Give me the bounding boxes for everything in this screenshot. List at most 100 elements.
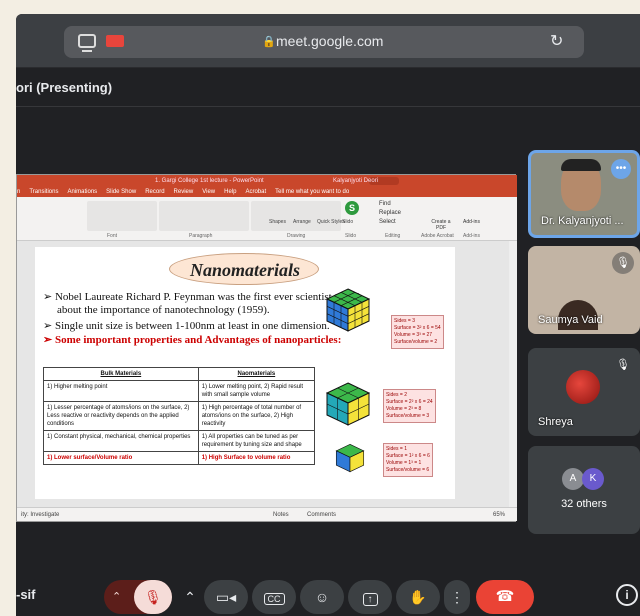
- phone-hangup-icon: ☎: [495, 588, 515, 605]
- ppt-title-bar: 1. Gargi College 1st lecture - PowerPoin…: [17, 175, 517, 187]
- participant-tile[interactable]: 🎙 Shreya: [528, 348, 640, 436]
- ribbon-group-label: Drawing: [287, 233, 306, 239]
- present-icon: ↑: [362, 593, 378, 606]
- select-button[interactable]: Select: [379, 219, 396, 225]
- avatar: A: [562, 468, 584, 490]
- ppt-tab[interactable]: Tell me what you want to do: [275, 189, 349, 195]
- slide-scrollbar[interactable]: [509, 241, 517, 507]
- camera-icon: ▭◂: [215, 589, 237, 605]
- participant-name: Shreya: [538, 416, 573, 428]
- url-text[interactable]: meet.google.com: [276, 33, 383, 49]
- table-header-row: Bulk Materials Naomaterials: [43, 367, 316, 381]
- arrange-button[interactable]: Arrange: [293, 219, 311, 225]
- table-cell: 1) Higher melting point: [43, 380, 199, 402]
- accessibility-status[interactable]: ity: Investigate: [21, 508, 59, 522]
- more-options-button[interactable]: ⋮: [444, 580, 470, 614]
- meeting-code: -sif: [16, 587, 36, 602]
- captions-icon: CC: [263, 593, 285, 605]
- drawing-group: [251, 201, 341, 231]
- hand-icon: ✋: [409, 589, 427, 605]
- ppt-tab[interactable]: Acrobat: [245, 189, 266, 195]
- captions-button[interactable]: CC: [252, 580, 296, 614]
- slide-editor: Nanomaterials ➢ Nobel Laureate Richard P…: [17, 241, 517, 507]
- chevron-up-icon: ⌃: [112, 591, 122, 603]
- slido-icon[interactable]: S: [345, 201, 359, 215]
- ribbon-group-label: Add-ins: [463, 233, 480, 239]
- presenter-label: ori (Presenting): [16, 80, 113, 95]
- address-bar[interactable]: 🔒 meet.google.com ↻: [64, 26, 584, 58]
- raise-hand-button[interactable]: ✋: [396, 580, 440, 614]
- comments-button[interactable]: Comments: [307, 508, 336, 522]
- more-vert-icon: ⋮: [450, 589, 464, 605]
- add-ins-button[interactable]: Add-ins: [463, 219, 480, 225]
- rubik-cube-3x3-image: [325, 288, 371, 332]
- mic-toggle-button[interactable]: 🎙: [134, 580, 172, 614]
- ppt-tab[interactable]: n: [17, 189, 20, 195]
- ppt-tab[interactable]: Help: [224, 189, 236, 195]
- notes-button[interactable]: Notes: [273, 508, 289, 522]
- slide-bullet-highlight: ➢ Some important properties and Advantag…: [43, 334, 342, 346]
- quick-styles-button[interactable]: Quick Styles: [317, 219, 345, 225]
- mic-off-icon: 🎙: [616, 359, 630, 371]
- calc-note-1: Sides = 1 Surface = 1² x 6 = 6 Volume = …: [383, 443, 433, 477]
- leave-call-button[interactable]: ☎: [476, 580, 534, 614]
- table-header: Bulk Materials: [43, 367, 199, 381]
- meet-window: 🔒 meet.google.com ↻ ori (Presenting) 1. …: [16, 14, 640, 616]
- table-cell: 1) Lower surface/Volume ratio: [43, 451, 199, 465]
- ribbon-group-label: Slido: [345, 233, 357, 239]
- ppt-tab[interactable]: Record: [145, 189, 164, 195]
- ppt-tab[interactable]: Animations: [67, 189, 97, 195]
- table-cell: 1) High percentage of total number of at…: [197, 401, 316, 431]
- browser-url-bar: 🔒 meet.google.com ↻: [16, 14, 640, 68]
- reactions-button[interactable]: ☺: [300, 580, 344, 614]
- camera-options-button[interactable]: ⌃: [180, 580, 200, 614]
- speaking-indicator-icon: •••: [611, 159, 631, 179]
- shapes-button[interactable]: Shapes: [269, 219, 286, 225]
- ppt-ribbon-tabs: n Transitions Animations Slide Show Record Re…: [17, 187, 517, 197]
- paragraph-group: [159, 201, 249, 231]
- slide-bullet: ➢ Single unit size is between 1-100nm at…: [43, 320, 330, 332]
- lock-icon: 🔒: [262, 36, 276, 48]
- comparison-table: Bulk Materials Naomaterials 1) Higher me…: [43, 367, 316, 465]
- replace-button[interactable]: Replace: [379, 210, 401, 216]
- ppt-tab[interactable]: View: [202, 189, 215, 195]
- others-tile[interactable]: A K 32 others: [528, 446, 640, 534]
- table-row: 1) Lesser percentage of atoms/ions on th…: [43, 401, 316, 431]
- mic-off-icon: 🎙: [144, 589, 162, 605]
- table-cell: 1) Constant physical, mechanical, chemic…: [43, 430, 199, 452]
- ribbon-group-label: Font: [107, 233, 118, 239]
- tabs-icon[interactable]: [78, 34, 96, 52]
- ppt-tab[interactable]: Transitions: [29, 189, 58, 195]
- participant-tile[interactable]: 🎙 Saumya Vaid: [528, 246, 640, 334]
- divider: [16, 106, 640, 107]
- present-button[interactable]: ↑: [348, 580, 392, 614]
- shared-screen-powerpoint: 1. Gargi College 1st lecture - PowerPoin…: [16, 174, 517, 522]
- camera-toggle-button[interactable]: ▭◂: [204, 580, 248, 614]
- zoom-level[interactable]: 65%: [493, 508, 505, 522]
- calc-note-3: Sides = 3 Surface = 3² x 6 = 54 Volume =…: [391, 315, 444, 349]
- font-group: [87, 201, 157, 231]
- ppt-tab[interactable]: Review: [174, 189, 194, 195]
- reload-icon[interactable]: ↻: [550, 31, 563, 51]
- ppt-ribbon: S Slido Shapes Arrange Quick Styles Find…: [17, 197, 517, 241]
- info-icon[interactable]: i: [616, 584, 638, 606]
- table-cell: 1) Lesser percentage of atoms/ions on th…: [43, 401, 199, 431]
- slide-title-oval: Nanomaterials: [169, 253, 319, 285]
- emoji-icon: ☺: [314, 589, 330, 605]
- recording-icon: [106, 35, 124, 47]
- find-button[interactable]: Find: [379, 201, 391, 207]
- ppt-tab[interactable]: Slide Show: [106, 189, 136, 195]
- slide-canvas[interactable]: Nanomaterials ➢ Nobel Laureate Richard P…: [35, 247, 455, 499]
- calc-note-2: Sides = 2 Surface = 2² x 6 = 24 Volume =…: [383, 389, 436, 423]
- participant-tile-active-speaker[interactable]: ••• Dr. Kalyanjyoti ...: [528, 150, 640, 238]
- table-row: 1) Higher melting point 1) Lower melting…: [43, 380, 316, 402]
- slide-bullet: about the importance of nanotechnology (…: [57, 304, 270, 316]
- ribbon-group-label: Adobe Acrobat: [421, 233, 454, 239]
- mic-off-icon: 🎙: [612, 252, 634, 274]
- table-row: 1) Constant physical, mechanical, chemic…: [43, 430, 316, 452]
- ppt-window-title: 1. Gargi College 1st lecture - PowerPoin…: [155, 178, 264, 184]
- ppt-status-bar: ity: Investigate Notes Comments 65%: [17, 507, 517, 521]
- others-count: 32 others: [561, 498, 607, 510]
- participant-name: Dr. Kalyanjyoti ...: [541, 215, 624, 227]
- create-pdf-button[interactable]: Create a PDF: [429, 219, 453, 231]
